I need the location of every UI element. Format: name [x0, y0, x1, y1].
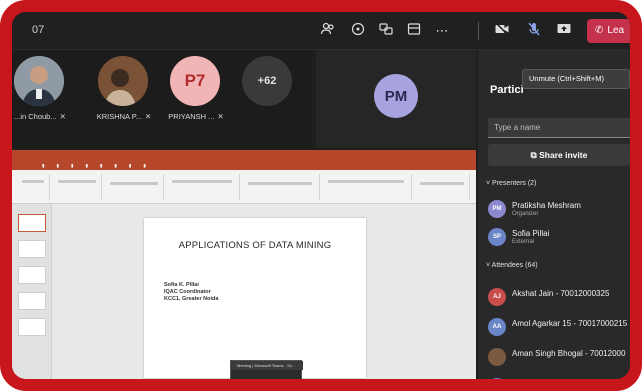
participant-tile[interactable]: ...in Choub... ✕: [12, 56, 74, 144]
phone-hangup-icon: ✆: [595, 25, 604, 36]
control-dot[interactable]: [281, 379, 288, 386]
meeting-toolbar: 07 ⋯ ✆ Lea: [12, 12, 630, 50]
avatar: AA: [488, 318, 506, 336]
list-item[interactable]: AA Amol Agarkar 15 - 70017000215: [488, 316, 630, 340]
powerpoint-ribbon: [12, 170, 476, 204]
list-item[interactable]: AM ARYAN MATHUR 78 - 7001: [488, 376, 630, 379]
mini-window-title: Meeting | Microsoft Teams - Sc...: [231, 361, 303, 370]
search-input[interactable]: Type a name: [488, 118, 630, 138]
slide-thumbnail[interactable]: [18, 266, 46, 284]
share-icon: ⧉: [530, 150, 537, 160]
avatar: SP: [488, 228, 506, 246]
avatar: PM: [488, 200, 506, 218]
share-invite-button[interactable]: ⧉ Share invite: [488, 144, 630, 166]
toolbar-divider: [478, 22, 479, 40]
chat-icon[interactable]: [348, 21, 368, 41]
slide-thumbnails: [12, 204, 52, 379]
reactions-icon[interactable]: [376, 21, 396, 41]
slide-thumbnail[interactable]: [18, 214, 46, 232]
participant-name: PRIYANSH ... ✕: [168, 112, 224, 121]
camera-icon[interactable]: [492, 21, 512, 41]
control-dot[interactable]: [263, 379, 270, 386]
participant-name: KRISHNA P... ✕: [96, 112, 152, 121]
ribbon-group[interactable]: [16, 174, 50, 200]
meeting-mini-window[interactable]: Meeting | Microsoft Teams - Sc...: [230, 360, 303, 386]
slide-thumbnail[interactable]: [18, 318, 46, 336]
screenshot-frame: 07 ⋯ ✆ Lea ...in Choub... ✕ KRISHNA P...…: [0, 0, 642, 391]
more-participants-tile[interactable]: +62: [232, 56, 302, 144]
unmute-tooltip: Unmute (Ctrl+Shift+M): [522, 69, 630, 89]
share-screen-icon[interactable]: [554, 21, 574, 41]
presenters-header[interactable]: ˅ Presenters (2): [486, 180, 536, 187]
meeting-timer: 07: [32, 24, 45, 36]
mic-muted-icon: ✕: [217, 112, 224, 121]
ribbon-group[interactable]: [52, 174, 102, 200]
slide-thumbnail[interactable]: [18, 292, 46, 310]
rooms-icon[interactable]: [404, 21, 424, 41]
avatar: AJ: [488, 288, 506, 306]
featured-participant-tile[interactable]: PM: [316, 50, 476, 148]
list-item[interactable]: Aman Singh Bhogal - 70012000: [488, 346, 630, 370]
avatar: PM: [374, 74, 418, 118]
powerpoint-menu: ▮ ▮ ▮ ▮ ▮ ▮ ▮ ▮: [12, 161, 476, 170]
powerpoint-titlebar: [12, 150, 476, 161]
menu-tab[interactable]: ▮: [85, 161, 87, 170]
menu-tab[interactable]: ▮: [100, 161, 102, 170]
participant-tile[interactable]: P7 PRIYANSH ... ✕: [160, 56, 230, 144]
ribbon-group[interactable]: [322, 174, 412, 200]
ribbon-group[interactable]: [166, 174, 240, 200]
slide-body: Sofia K. Pillai IQAC Coordinator KCC1, G…: [164, 282, 219, 302]
avatar: [14, 56, 64, 106]
slide-thumbnail[interactable]: [18, 240, 46, 258]
participant-tile[interactable]: KRISHNA P... ✕: [88, 56, 158, 144]
people-icon[interactable]: [318, 21, 338, 41]
participants-panel: Partici Type a name ⧉ Share invite ˅ Pre…: [478, 50, 630, 379]
slide-notes[interactable]: Click to add notes: [64, 384, 104, 390]
more-participants-count: +62: [242, 56, 292, 106]
list-item[interactable]: PM Pratiksha Meshram Organizer: [488, 198, 630, 222]
attendees-header[interactable]: ˅ Attendees (64): [486, 262, 538, 269]
leave-button[interactable]: ✆ Lea: [587, 19, 630, 43]
slide-title: APPLICATIONS OF DATA MINING: [178, 240, 332, 251]
more-options-icon[interactable]: ⋯: [432, 21, 452, 41]
menu-tab[interactable]: ▮: [114, 161, 116, 170]
mic-muted-icon[interactable]: [524, 21, 544, 41]
current-slide: APPLICATIONS OF DATA MINING Sofia K. Pil…: [144, 218, 366, 378]
avatar: [488, 348, 506, 366]
menu-tab[interactable]: ▮: [56, 161, 58, 170]
control-dot[interactable]: [245, 379, 252, 386]
list-item[interactable]: SP Sofia Pillai External: [488, 226, 630, 250]
shared-screen: ▮ ▮ ▮ ▮ ▮ ▮ ▮ ▮ APPLICATIONS OF DATA MIN…: [12, 150, 476, 390]
ribbon-group[interactable]: [104, 174, 164, 200]
menu-tab[interactable]: ▮: [71, 161, 73, 170]
menu-tab[interactable]: ▮: [129, 161, 131, 170]
list-item[interactable]: AJ Akshat Jain - 70012000325: [488, 286, 630, 310]
avatar: [98, 56, 148, 106]
avatar: P7: [170, 56, 220, 106]
ribbon-group[interactable]: [242, 174, 320, 200]
avatar: AM: [488, 378, 506, 379]
participant-strip: ...in Choub... ✕ KRISHNA P... ✕ P7 PRIYANS…: [12, 50, 312, 148]
mic-muted-icon: ✕: [59, 112, 66, 121]
participant-name: ...in Choub... ✕: [14, 112, 66, 121]
mic-muted-icon: ✕: [145, 112, 152, 121]
menu-tab[interactable]: ▮: [42, 161, 44, 170]
panel-title: Partici: [490, 84, 524, 96]
ribbon-group[interactable]: [414, 174, 470, 200]
menu-tab[interactable]: ▮: [143, 161, 145, 170]
